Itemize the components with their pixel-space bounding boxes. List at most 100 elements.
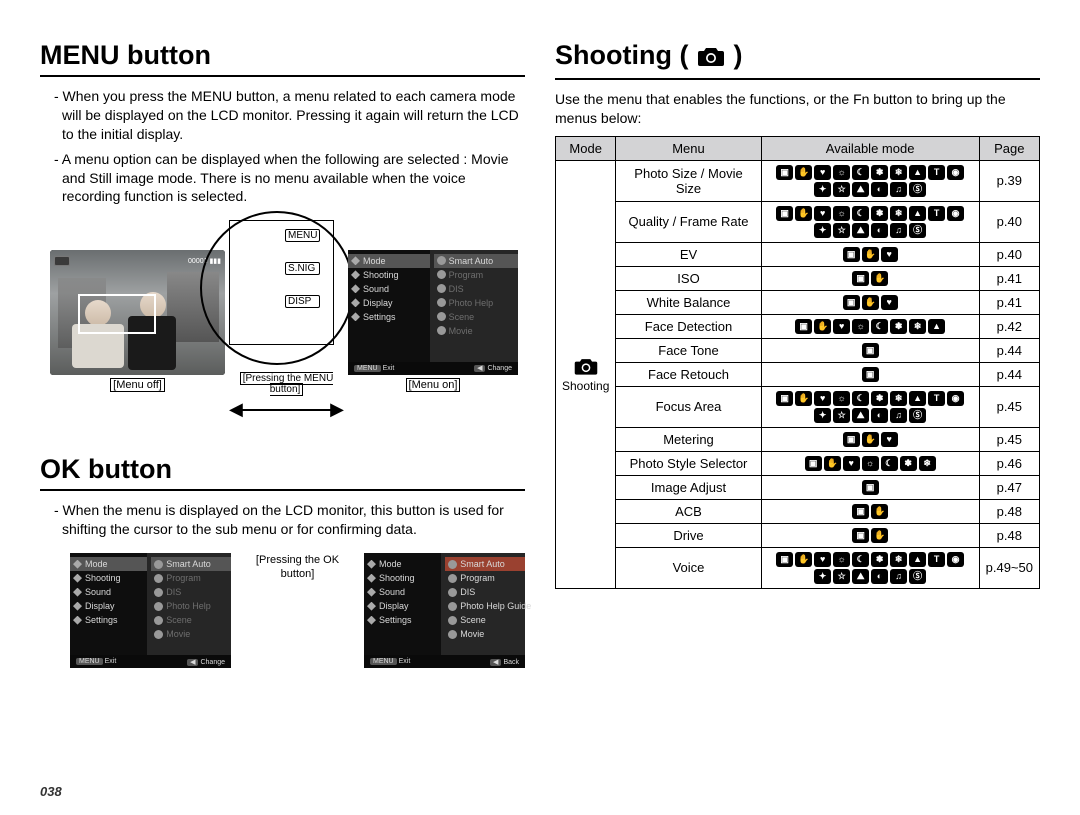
table-row: ShootingPhoto Size / Movie Size▣✋♥☼☾✽❄▲T… [556,160,1040,201]
available-mode-cell: ▣✋♥☼☾✽❄ [761,451,979,475]
mode-icon: ♫ [890,408,907,423]
table-row: Quality / Frame Rate▣✋♥☼☾✽❄▲T◉✦☆⛰◐♫Ⓢp.40 [556,201,1040,242]
th-menu: Menu [616,136,761,160]
mode-icon: ☆ [833,182,850,197]
page-cell: p.45 [979,427,1039,451]
mode-icon: ☾ [881,456,898,471]
menu-button-figures: 00001 ▮▮▮ [Menu off] MENU S.NIG DISP [Pr… [50,220,525,420]
table-row: ACB▣✋p.48 [556,499,1040,523]
available-mode-cell: ▣✋♥☼☾✽❄▲T◉✦☆⛰◐♫Ⓢ [761,386,979,427]
mode-icon: Ⓢ [909,569,926,584]
fig-menu-on: ModeShootingSoundDisplaySettingsSmart Au… [348,250,518,391]
section-title-ok: OK button [40,454,525,491]
mode-icon: ♥ [881,247,898,262]
page-cell: p.44 [979,338,1039,362]
mode-icon: ▣ [843,432,860,447]
mode-icon: ▣ [795,319,812,334]
page-cell: p.40 [979,242,1039,266]
available-mode-cell: ▣✋♥ [761,242,979,266]
mode-icon: ✋ [795,206,812,221]
menu-cell: ACB [616,499,761,523]
ok-screen-before: ModeShootingSoundDisplaySettingsSmart Au… [70,553,231,668]
menu-cell: Photo Size / Movie Size [616,160,761,201]
table-row: ISO▣✋p.41 [556,266,1040,290]
mode-icon: ✦ [814,223,831,238]
mode-icon: ✽ [871,165,888,180]
available-mode-cell: ▣✋ [761,523,979,547]
mode-icon: ▣ [805,456,822,471]
mode-icon: ✋ [871,504,888,519]
menu-cell: Voice [616,547,761,588]
mode-icon: ♥ [881,295,898,310]
shooting-menu-table: Mode Menu Available mode Page ShootingPh… [555,136,1040,589]
page-cell: p.45 [979,386,1039,427]
page-cell: p.42 [979,314,1039,338]
menu-para-2: - A menu option can be displayed when th… [54,150,525,207]
page-cell: p.49~50 [979,547,1039,588]
mode-icon: ✽ [871,552,888,567]
available-mode-cell: ▣ [761,338,979,362]
ok-screen-after: ModeShootingSoundDisplaySettingsSmart Au… [364,553,525,668]
page-cell: p.46 [979,451,1039,475]
mode-icon: ◐ [871,223,888,238]
available-mode-cell: ▣✋♥☼☾✽❄▲T◉✦☆⛰◐♫Ⓢ [761,201,979,242]
menu-cell: Photo Style Selector [616,451,761,475]
mode-icon: ✦ [814,569,831,584]
mode-icon: ☼ [852,319,869,334]
mode-icon: ♥ [814,165,831,180]
available-mode-cell: ▣✋♥☼☾✽❄▲ [761,314,979,338]
right-column: Shooting ( ) Use the menu that enables t… [555,40,1040,668]
page-cell: p.48 [979,499,1039,523]
mode-icon: ◐ [871,182,888,197]
page-cell: p.40 [979,201,1039,242]
mode-icon: ▣ [776,206,793,221]
table-row: Face Detection▣✋♥☼☾✽❄▲p.42 [556,314,1040,338]
menu-cell: Quality / Frame Rate [616,201,761,242]
mode-icon: ✦ [814,408,831,423]
mode-icon: Ⓢ [909,182,926,197]
mode-icon: ❄ [890,206,907,221]
table-row: Focus Area▣✋♥☼☾✽❄▲T◉✦☆⛰◐♫Ⓢp.45 [556,386,1040,427]
mode-icon: ▣ [776,165,793,180]
mode-icon: ☾ [852,165,869,180]
page-cell: p.39 [979,160,1039,201]
mode-icon: ☼ [833,206,850,221]
menu-cell: Image Adjust [616,475,761,499]
mode-icon: ◉ [947,552,964,567]
mode-icon: ✽ [871,391,888,406]
mode-icon: ▲ [909,206,926,221]
table-row: Photo Style Selector▣✋♥☼☾✽❄p.46 [556,451,1040,475]
available-mode-cell: ▣ [761,475,979,499]
mode-icon: ✋ [795,165,812,180]
menu-para-1: - When you press the MENU button, a menu… [54,87,525,144]
available-mode-cell: ▣✋ [761,266,979,290]
mode-icon: ❄ [909,319,926,334]
menu-cell: Face Retouch [616,362,761,386]
mode-icon: ⛰ [852,408,869,423]
table-row: Drive▣✋p.48 [556,523,1040,547]
menu-cell: Drive [616,523,761,547]
fig-menu-off: 00001 ▮▮▮ [Menu off] [50,250,225,391]
mode-icon: ✋ [862,432,879,447]
page-cell: p.48 [979,523,1039,547]
mode-icon: ▲ [909,165,926,180]
mode-icon: ♫ [890,223,907,238]
left-column: MENU button - When you press the MENU bu… [40,40,525,668]
mode-icon: ☾ [852,391,869,406]
mode-icon: T [928,391,945,406]
mode-icon: ◉ [947,165,964,180]
mode-icon: ⛰ [852,569,869,584]
mode-icon: ☾ [852,552,869,567]
available-mode-cell: ▣✋♥ [761,290,979,314]
ok-caption: [Pressing the OK button] [239,553,356,582]
th-avail: Available mode [761,136,979,160]
page-number: 038 [40,784,62,799]
table-row: White Balance▣✋♥p.41 [556,290,1040,314]
mode-icon: ▣ [776,391,793,406]
mode-icon: ☾ [852,206,869,221]
mode-icon: ✋ [862,295,879,310]
mode-icon: ✦ [814,182,831,197]
available-mode-cell: ▣✋ [761,499,979,523]
mode-icon: ☼ [833,552,850,567]
mode-icon: ▣ [852,271,869,286]
